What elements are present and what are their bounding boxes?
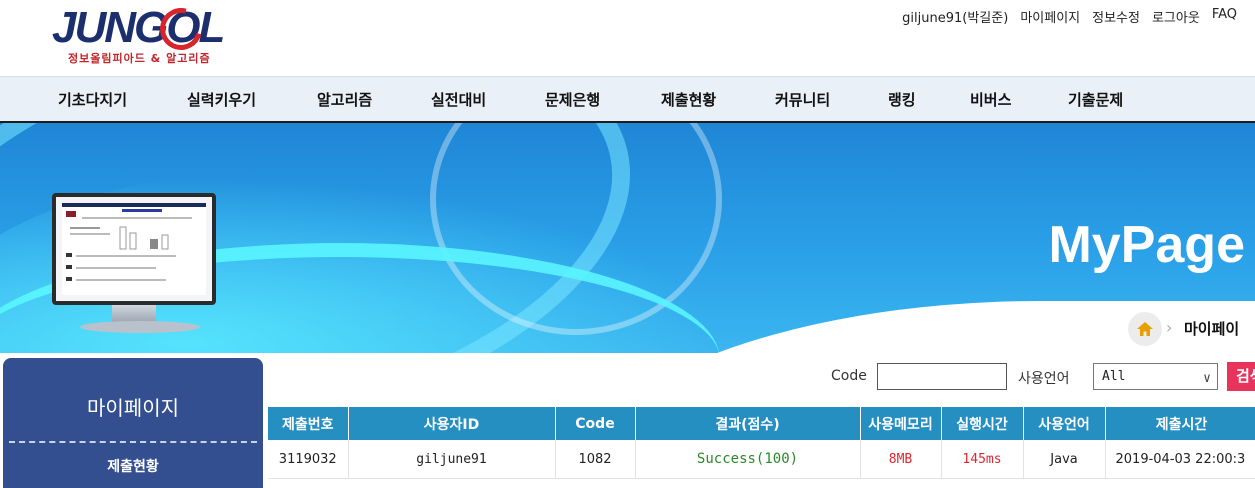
column-header: 제출시간 — [1105, 407, 1255, 440]
monitor-base — [80, 321, 200, 333]
jungol-logo[interactable]: JUNGOL 정보올림피아드 & 알고리즘 — [52, 0, 247, 68]
faq-link[interactable]: FAQ — [1212, 7, 1237, 26]
mypage-link[interactable]: 마이페이지 — [1020, 7, 1080, 26]
menu-item-practice[interactable]: 실전대비 — [431, 89, 486, 110]
column-header: 결과(점수) — [635, 407, 861, 440]
mypage-banner: MyPage — [0, 123, 1255, 353]
cell-exec-time: 145ms — [941, 440, 1024, 479]
language-label: 사용언어 — [1018, 371, 1070, 387]
sidebar-divider — [9, 441, 257, 443]
edit-profile-link[interactable]: 정보수정 — [1092, 7, 1140, 26]
cell-memory: 8MB — [860, 440, 942, 479]
submissions-table: 제출번호 사용자ID Code 결과(점수) 사용메모리 실행시간 사용언어 제… — [268, 407, 1255, 479]
sidebar-item-submissions[interactable]: 제출현황 — [3, 456, 263, 476]
language-selected-value: All — [1102, 369, 1126, 384]
menu-item-algorithms[interactable]: 알고리즘 — [317, 89, 372, 110]
cell-language: Java — [1023, 440, 1106, 479]
column-header: 사용자ID — [348, 407, 556, 440]
monitor-screen — [62, 203, 206, 295]
menu-item-submissions[interactable]: 제출현황 — [661, 89, 716, 110]
column-header: 실행시간 — [941, 407, 1024, 440]
table-header-row: 제출번호 사용자ID Code 결과(점수) 사용메모리 실행시간 사용언어 제… — [268, 407, 1255, 440]
language-select[interactable]: All ∨ — [1093, 363, 1218, 390]
utility-nav: giljune91(박길준) 마이페이지 정보수정 로그아웃 FAQ — [902, 7, 1237, 26]
cell-code[interactable]: 1082 — [555, 440, 636, 479]
menu-item-community[interactable]: 커뮤니티 — [775, 89, 830, 110]
monitor-illustration — [52, 193, 216, 305]
logo-subtitle: 정보올림피아드 & 알고리즘 — [68, 52, 211, 65]
code-input[interactable] — [877, 363, 1007, 390]
column-header: Code — [555, 407, 636, 440]
table-row[interactable]: 3119032 giljune91 1082 Success(100) 8MB … — [268, 440, 1255, 479]
column-header: 사용메모리 — [860, 407, 942, 440]
menu-item-ranking[interactable]: 랭킹 — [888, 89, 916, 110]
search-button[interactable]: 검색 — [1227, 362, 1255, 391]
sidebar-title: 마이페이지 — [87, 396, 179, 420]
user-name-link[interactable]: giljune91(박길준) — [902, 7, 1008, 26]
logout-link[interactable]: 로그아웃 — [1152, 7, 1200, 26]
breadcrumb-current: 마이페이 — [1184, 320, 1240, 338]
cell-submitted-at: 2019-04-03 22:00:3 — [1105, 440, 1255, 479]
home-icon[interactable] — [1128, 312, 1162, 346]
main-menu: 기초다지기 실력키우기 알고리즘 실전대비 문제은행 제출현황 커뮤니티 랭킹 … — [0, 76, 1255, 124]
column-header: 사용언어 — [1023, 407, 1106, 440]
menu-item-bebras[interactable]: 비버스 — [970, 89, 1011, 110]
menu-item-past-problems[interactable]: 기출문제 — [1068, 89, 1123, 110]
code-label: Code — [831, 368, 867, 384]
sidebar: 마이페이지 제출현황 — [3, 358, 263, 488]
chevron-down-icon: ∨ — [1203, 371, 1211, 386]
cell-submission-id: 3119032 — [268, 440, 349, 479]
menu-item-problem-bank[interactable]: 문제은행 — [545, 89, 600, 110]
cell-user-id[interactable]: giljune91 — [348, 440, 556, 479]
column-header: 제출번호 — [268, 407, 349, 440]
cell-result[interactable]: Success(100) — [635, 440, 861, 479]
chevron-right-icon: › — [1166, 318, 1173, 337]
banner-title: MyPage — [1048, 216, 1245, 274]
menu-item-skills[interactable]: 실력키우기 — [187, 89, 256, 110]
screen-content-illustration — [62, 203, 206, 281]
menu-item-basics[interactable]: 기초다지기 — [58, 89, 127, 110]
